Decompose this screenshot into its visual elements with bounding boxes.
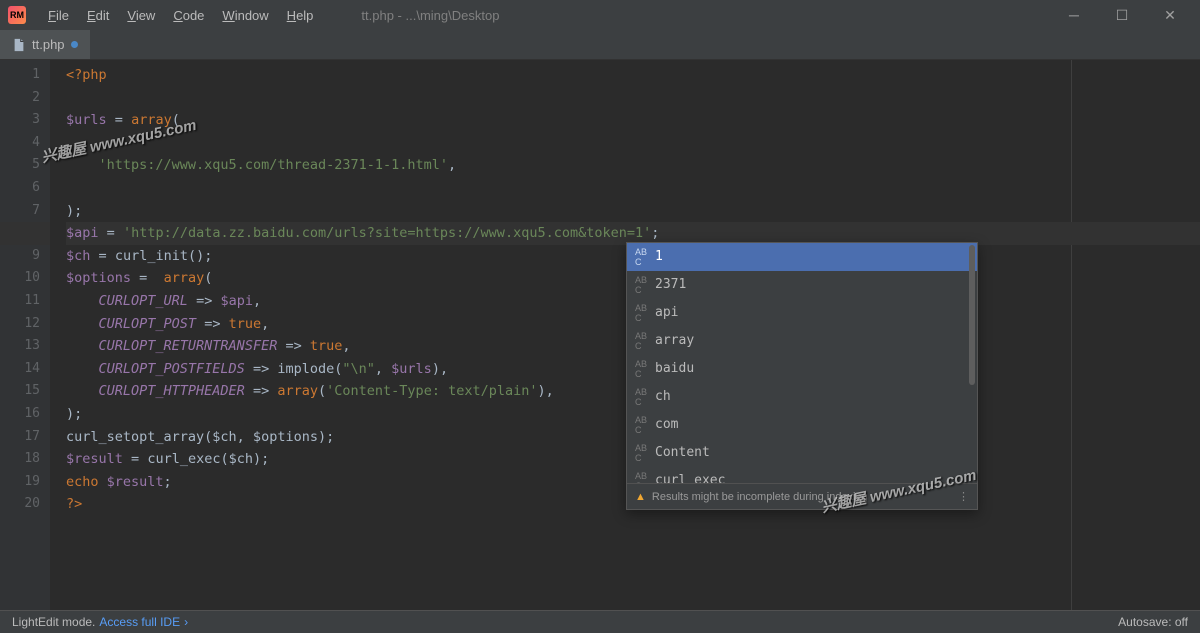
right-margin-line: [1071, 60, 1072, 610]
autocomplete-item[interactable]: ABC1: [627, 243, 977, 271]
autocomplete-item[interactable]: ABCContent: [627, 439, 977, 467]
autocomplete-item[interactable]: ABCcurl_exec: [627, 467, 977, 483]
warning-icon: ▲: [635, 491, 646, 503]
status-mode: LightEdit mode.: [12, 615, 95, 629]
autocomplete-item[interactable]: ABCcom: [627, 411, 977, 439]
menubar: FileEditViewCodeWindowHelp: [40, 4, 321, 27]
status-bar: LightEdit mode. Access full IDE › Autosa…: [0, 610, 1200, 633]
minimize-button[interactable]: ─: [1064, 7, 1084, 24]
menu-window[interactable]: Window: [214, 4, 276, 27]
menu-code[interactable]: Code: [165, 4, 212, 27]
file-icon: [12, 38, 26, 52]
autosave-status[interactable]: Autosave: off: [1118, 615, 1188, 629]
code-area[interactable]: <?php$urls = array( 'https://www.xqu5.co…: [50, 60, 1200, 610]
access-full-ide-link[interactable]: Access full IDE: [99, 615, 180, 629]
menu-edit[interactable]: Edit: [79, 4, 117, 27]
menu-file[interactable]: File: [40, 4, 77, 27]
tab-file[interactable]: tt.php: [0, 30, 90, 59]
autocomplete-list[interactable]: ABC1ABC2371ABCapiABCarrayABCbaiduABCchAB…: [627, 243, 977, 483]
tab-filename: tt.php: [32, 37, 65, 52]
editor[interactable]: 1234567891011121314151617181920 <?php$ur…: [0, 60, 1200, 610]
menu-help[interactable]: Help: [279, 4, 322, 27]
popup-scrollbar[interactable]: [969, 245, 975, 481]
dirty-indicator-icon: [71, 41, 78, 48]
tab-bar: tt.php: [0, 30, 1200, 60]
autocomplete-popup[interactable]: ABC1ABC2371ABCapiABCarrayABCbaiduABCchAB…: [626, 242, 978, 510]
more-icon[interactable]: ⋮: [958, 490, 969, 503]
autocomplete-item[interactable]: ABCarray: [627, 327, 977, 355]
chevron-right-icon: ›: [184, 615, 188, 629]
maximize-button[interactable]: ☐: [1112, 7, 1132, 24]
menu-view[interactable]: View: [119, 4, 163, 27]
autocomplete-item[interactable]: ABCch: [627, 383, 977, 411]
line-number-gutter: 1234567891011121314151617181920: [0, 60, 50, 610]
app-icon: RM: [8, 6, 26, 24]
window-title: tt.php - ...\ming\Desktop: [361, 8, 499, 23]
autocomplete-item[interactable]: ABCapi: [627, 299, 977, 327]
autocomplete-footer: ▲ Results might be incomplete during ind…: [627, 483, 977, 509]
autocomplete-item[interactable]: ABCbaidu: [627, 355, 977, 383]
close-button[interactable]: ✕: [1160, 7, 1180, 24]
autocomplete-item[interactable]: ABC2371: [627, 271, 977, 299]
